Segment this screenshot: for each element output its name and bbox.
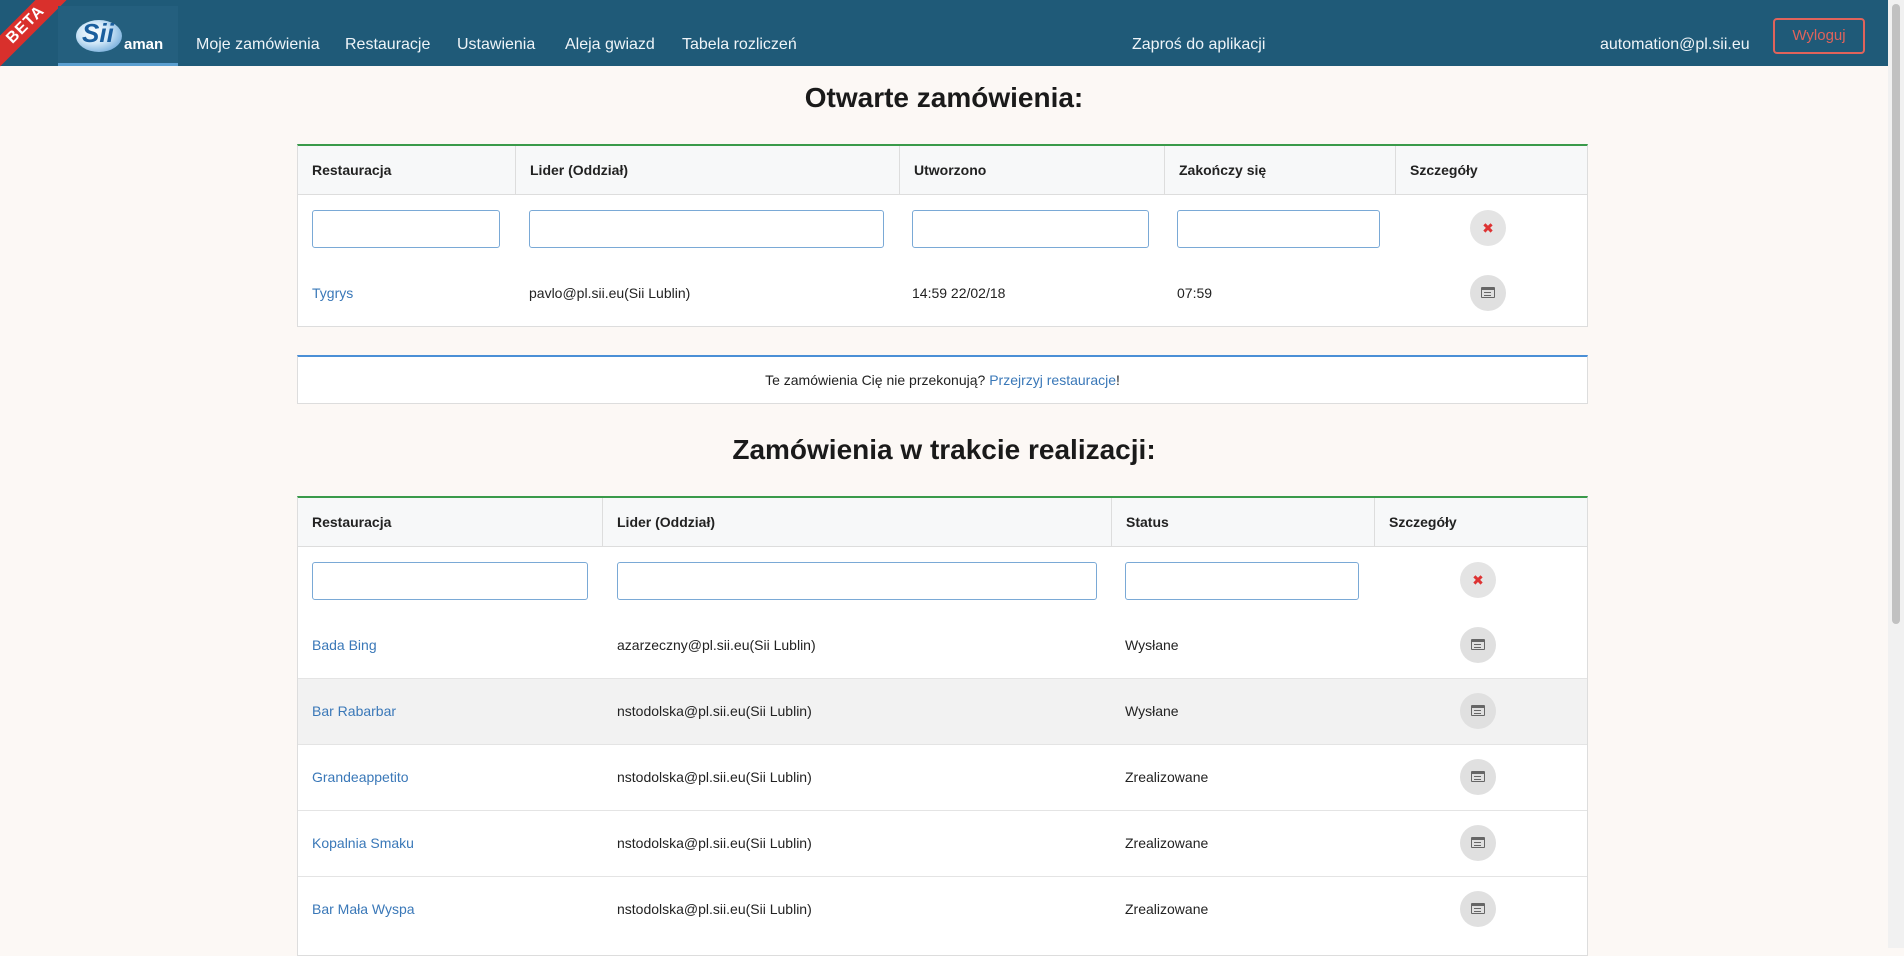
info-text: Te zamówienia Cię nie przekonują? xyxy=(765,372,990,388)
table-row: Grandeappetito nstodolska@pl.sii.eu(Sii … xyxy=(298,744,1587,810)
logo-suffix: aman xyxy=(124,36,164,53)
restaurant-link[interactable]: Bar Rabarbar xyxy=(312,679,396,744)
filter-status-input[interactable] xyxy=(1125,562,1359,600)
table-header: Restauracja Lider (Oddział) Status Szcze… xyxy=(298,498,1587,547)
details-icon xyxy=(1471,903,1485,914)
filter-leader-input[interactable] xyxy=(617,562,1097,600)
table-row: Tygrys pavlo@pl.sii.eu(Sii Lublin) 14:59… xyxy=(298,261,1587,326)
restaurant-link[interactable]: Bada Bing xyxy=(312,613,377,678)
logout-button[interactable]: Wyloguj xyxy=(1773,18,1865,54)
leader-cell: pavlo@pl.sii.eu(Sii Lublin) xyxy=(529,285,691,301)
details-button[interactable] xyxy=(1460,627,1496,663)
details-icon xyxy=(1471,837,1485,848)
top-navbar: BETA Sii aman Moje zamówienia Restauracj… xyxy=(0,0,1888,76)
created-cell: 14:59 22/02/18 xyxy=(912,285,1006,301)
ends-cell: 07:59 xyxy=(1177,285,1213,301)
col-restaurant[interactable]: Restauracja xyxy=(298,498,603,546)
col-ends[interactable]: Zakończy się xyxy=(1165,146,1396,194)
col-details: Szczegóły xyxy=(1389,514,1457,530)
leader-cell: nstodolska@pl.sii.eu(Sii Lublin) xyxy=(617,703,812,719)
x-clear-icon[interactable]: ✖ xyxy=(1460,562,1496,598)
user-email[interactable]: automation@pl.sii.eu xyxy=(1600,36,1750,54)
restaurant-link[interactable]: Tygrys xyxy=(312,261,353,326)
browse-restaurants-link[interactable]: Przejrzyj restauracje xyxy=(989,372,1116,388)
in-progress-title: Zamówienia w trakcie realizacji: xyxy=(732,434,1156,465)
page-scrollbar[interactable] xyxy=(1888,0,1904,948)
nav-settings[interactable]: Ustawienia xyxy=(457,36,535,54)
nav-restaurants[interactable]: Restauracje xyxy=(345,36,430,54)
details-button[interactable] xyxy=(1460,891,1496,927)
leader-cell: nstodolska@pl.sii.eu(Sii Lublin) xyxy=(617,835,812,851)
x-clear-icon[interactable]: ✖ xyxy=(1470,210,1506,246)
nav-my-orders[interactable]: Moje zamówienia xyxy=(196,36,320,54)
table-row: Kopalnia Smaku nstodolska@pl.sii.eu(Sii … xyxy=(298,810,1587,876)
logo-text: Sii xyxy=(82,18,114,48)
filter-row: ✖ xyxy=(298,547,1587,613)
in-progress-table: Restauracja Lider (Oddział) Status Szcze… xyxy=(297,496,1588,956)
restaurant-link[interactable]: Grandeappetito xyxy=(312,745,409,810)
table-row: Bar Rabarbar nstodolska@pl.sii.eu(Sii Lu… xyxy=(298,678,1587,744)
details-icon xyxy=(1471,639,1485,650)
status-cell: Zrealizowane xyxy=(1125,835,1209,851)
col-restaurant[interactable]: Restauracja xyxy=(298,146,516,194)
col-status[interactable]: Status xyxy=(1112,498,1375,546)
col-details: Szczegóły xyxy=(1410,162,1478,178)
table-header: Restauracja Lider (Oddział) Utworzono Za… xyxy=(298,146,1587,195)
col-created[interactable]: Utworzono xyxy=(900,146,1165,194)
details-icon xyxy=(1481,287,1495,298)
filter-row: ✖ xyxy=(298,195,1587,261)
leader-cell: azarzeczny@pl.sii.eu(Sii Lublin) xyxy=(617,637,816,653)
table-row: Bar Mała Wyspa nstodolska@pl.sii.eu(Sii … xyxy=(298,876,1587,942)
nav-settlement-table[interactable]: Tabela rozliczeń xyxy=(682,36,797,54)
brand-logo[interactable]: Sii aman xyxy=(58,6,178,66)
open-orders-title: Otwarte zamówienia: xyxy=(804,82,1084,113)
details-button[interactable] xyxy=(1470,275,1506,311)
open-orders-table: Restauracja Lider (Oddział) Utworzono Za… xyxy=(297,144,1588,327)
leader-cell: nstodolska@pl.sii.eu(Sii Lublin) xyxy=(617,901,812,917)
status-cell: Wysłane xyxy=(1125,703,1179,719)
info-panel: Te zamówienia Cię nie przekonują? Przejr… xyxy=(297,355,1588,404)
status-cell: Zrealizowane xyxy=(1125,901,1209,917)
restaurant-link[interactable]: Kopalnia Smaku xyxy=(312,811,414,876)
details-button[interactable] xyxy=(1460,825,1496,861)
filter-created-input[interactable] xyxy=(912,210,1149,248)
col-leader[interactable]: Lider (Oddział) xyxy=(516,146,900,194)
filter-restaurant-input[interactable] xyxy=(312,562,588,600)
status-cell: Zrealizowane xyxy=(1125,769,1209,785)
nav-invite[interactable]: Zaproś do aplikacji xyxy=(1132,36,1265,54)
info-suffix: ! xyxy=(1116,372,1120,388)
details-button[interactable] xyxy=(1460,759,1496,795)
table-row: Bada Bing azarzeczny@pl.sii.eu(Sii Lubli… xyxy=(298,613,1587,678)
filter-ends-input[interactable] xyxy=(1177,210,1380,248)
col-leader[interactable]: Lider (Oddział) xyxy=(603,498,1112,546)
details-button[interactable] xyxy=(1460,693,1496,729)
details-icon xyxy=(1471,705,1485,716)
status-cell: Wysłane xyxy=(1125,637,1179,653)
filter-restaurant-input[interactable] xyxy=(312,210,500,248)
filter-leader-input[interactable] xyxy=(529,210,884,248)
nav-hall-of-fame[interactable]: Aleja gwiazd xyxy=(565,36,655,54)
details-icon xyxy=(1471,771,1485,782)
scrollbar-thumb[interactable] xyxy=(1892,4,1900,624)
restaurant-link[interactable]: Bar Mała Wyspa xyxy=(312,877,415,942)
leader-cell: nstodolska@pl.sii.eu(Sii Lublin) xyxy=(617,769,812,785)
